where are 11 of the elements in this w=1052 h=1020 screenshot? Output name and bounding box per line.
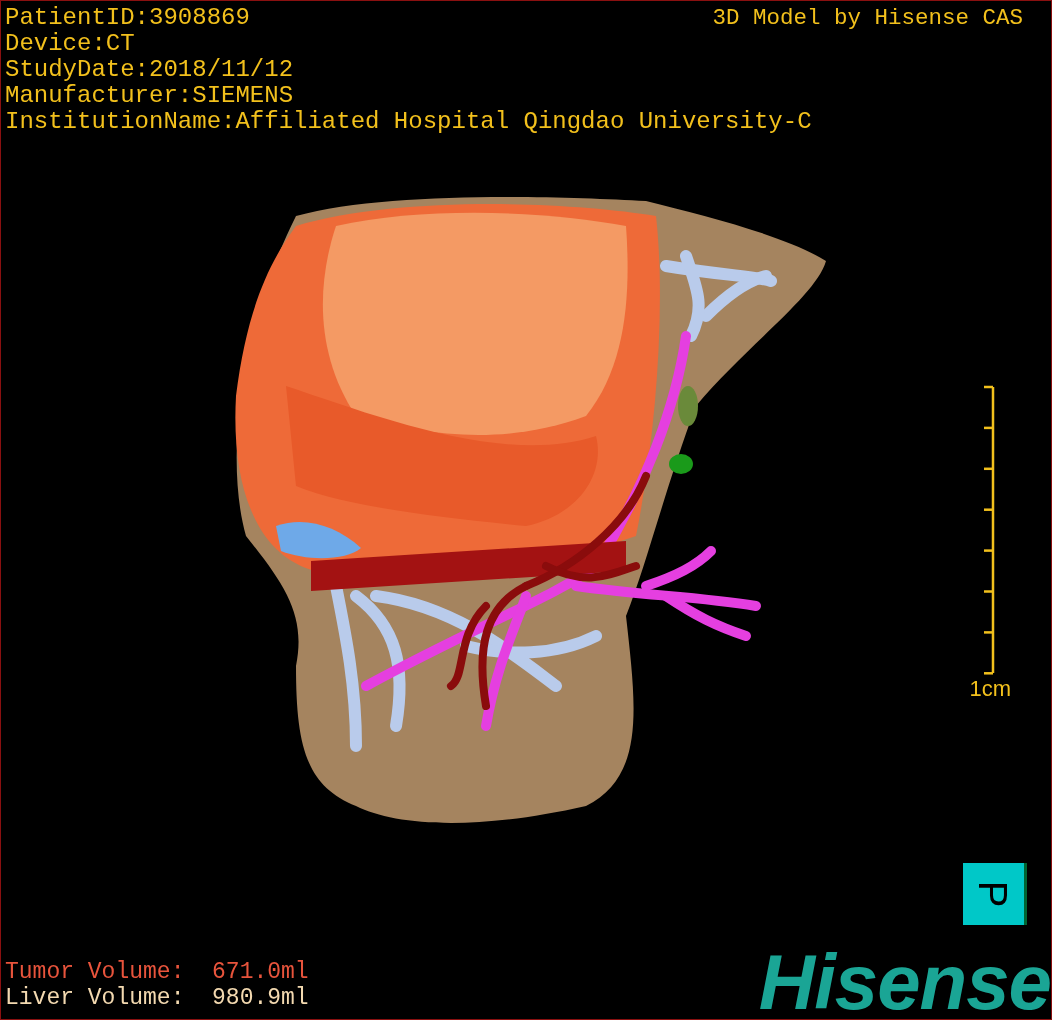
brand-logo: Hisense bbox=[758, 949, 1051, 1015]
orientation-cube[interactable]: P bbox=[963, 863, 1027, 925]
scale-label: 1cm bbox=[969, 677, 1011, 701]
info-line: StudyDate:2018/11/12 bbox=[5, 57, 294, 83]
info-line: InstitutionName:Affiliated Hospital Qingdao University-C bbox=[5, 109, 812, 135]
volume-text: Liver Volume: 980.9ml bbox=[5, 985, 309, 1011]
credit-text: 3D Model by Hisense CAS bbox=[712, 5, 1024, 31]
volume-text: Tumor Volume: 671.0ml bbox=[5, 959, 309, 985]
info-line: PatientID:3908869 bbox=[5, 5, 250, 31]
info-line: Device:CT bbox=[5, 31, 135, 57]
info-line: Manufacturer:SIEMENS bbox=[5, 83, 294, 109]
